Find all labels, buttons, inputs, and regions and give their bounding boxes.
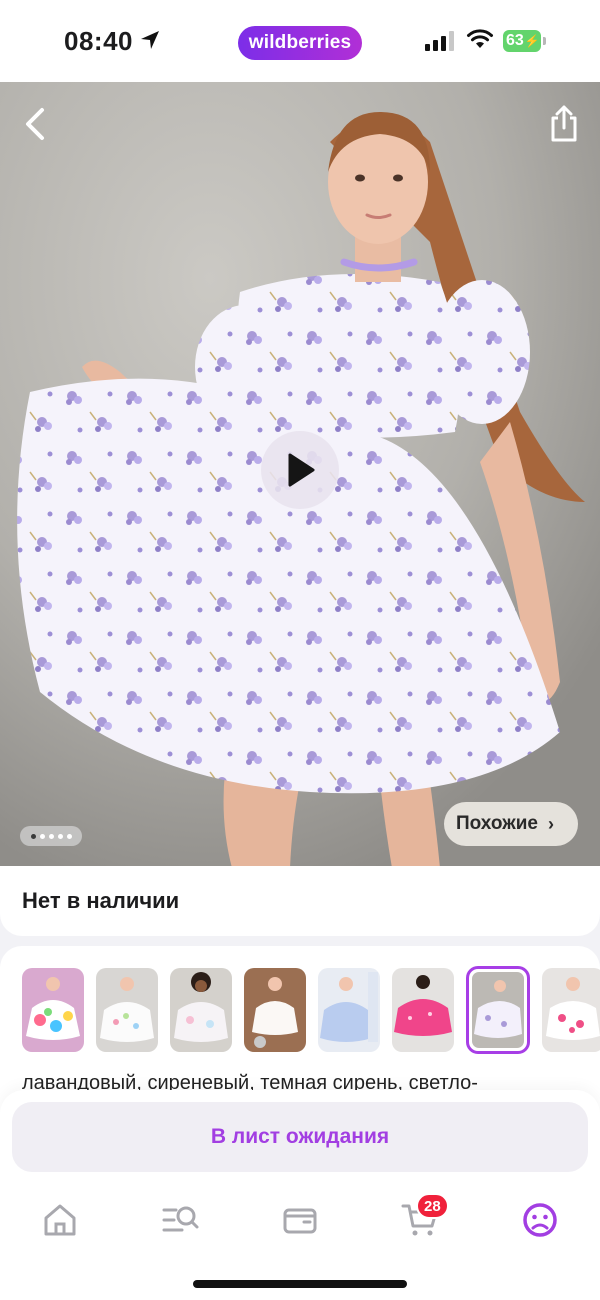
availability-card: Нет в наличии: [0, 866, 600, 936]
pager-dot: [57, 833, 63, 839]
thumbnail-image: [542, 968, 600, 1052]
color-thumbnail-white-dress-floral[interactable]: [96, 968, 158, 1052]
similar-label: Похожие: [456, 813, 538, 834]
availability-status: Нет в наличии: [22, 888, 180, 913]
home-tab-icon[interactable]: [40, 1200, 80, 1240]
battery-percent: 63: [506, 32, 524, 49]
brand-logo: wildberries: [238, 26, 362, 60]
battery-indicator: 63 ⚡: [503, 30, 547, 52]
play-icon: [288, 453, 315, 487]
charging-bolt-icon: ⚡: [524, 34, 540, 48]
status-time: 08:40: [64, 26, 133, 56]
pager-dot: [48, 833, 54, 839]
thumbnail-frame: [472, 972, 524, 1048]
pager-dot: [66, 833, 72, 839]
location-arrow-icon: [141, 31, 159, 49]
gallery-pager-dots: [20, 826, 82, 846]
home-indicator: [193, 1280, 407, 1288]
catalog-search-tab-icon[interactable]: [160, 1200, 200, 1240]
color-thumbnail-lavender-floral-dress[interactable]: [466, 966, 530, 1054]
thumbnail-image: [170, 968, 232, 1052]
thumbnail-image: [22, 968, 84, 1052]
thumbnail-image: [318, 968, 380, 1052]
cart-count-badge: 28: [416, 1193, 449, 1219]
thumbnail-image: [244, 968, 306, 1052]
color-thumbnail-white-dress-disco[interactable]: [244, 968, 306, 1052]
status-bar: 08:40 wildberries 63 ⚡: [0, 0, 600, 82]
chevron-right-icon: ›: [547, 813, 554, 834]
pager-dot: [39, 833, 45, 839]
color-thumbnail-rainbow-dress[interactable]: [22, 968, 84, 1052]
add-to-waitlist-button[interactable]: В лист ожидания: [12, 1102, 588, 1172]
wifi-icon: [467, 29, 493, 48]
profile-tab-icon[interactable]: [520, 1200, 560, 1240]
similar-products-button[interactable]: Похожие ›: [444, 802, 578, 846]
color-thumbnail-pastel-dress-curly[interactable]: [170, 968, 232, 1052]
color-thumbnail-blue-dress-poster[interactable]: [318, 968, 380, 1052]
color-thumbnail-list[interactable]: [22, 966, 600, 1054]
color-thumbnail-pink-heart-dress[interactable]: [542, 968, 600, 1052]
bottom-action-panel: В лист ожидания: [0, 1090, 600, 1300]
battery-tip: [543, 37, 546, 45]
color-thumbnail-pink-sequin-dress[interactable]: [392, 968, 454, 1052]
thumbnail-image: [392, 968, 454, 1052]
share-icon[interactable]: [546, 104, 582, 144]
thumbnail-image: [96, 968, 158, 1052]
wallet-tab-icon[interactable]: [280, 1200, 320, 1240]
play-video-button[interactable]: [261, 431, 339, 509]
product-image-gallery[interactable]: Похожие ›: [0, 82, 600, 868]
cellular-signal-icon: [425, 31, 454, 51]
back-chevron-icon[interactable]: [18, 104, 54, 144]
thumbnail-image: [472, 972, 524, 1048]
pager-dot-active: [30, 833, 36, 839]
battery-level: 63 ⚡: [503, 30, 541, 52]
